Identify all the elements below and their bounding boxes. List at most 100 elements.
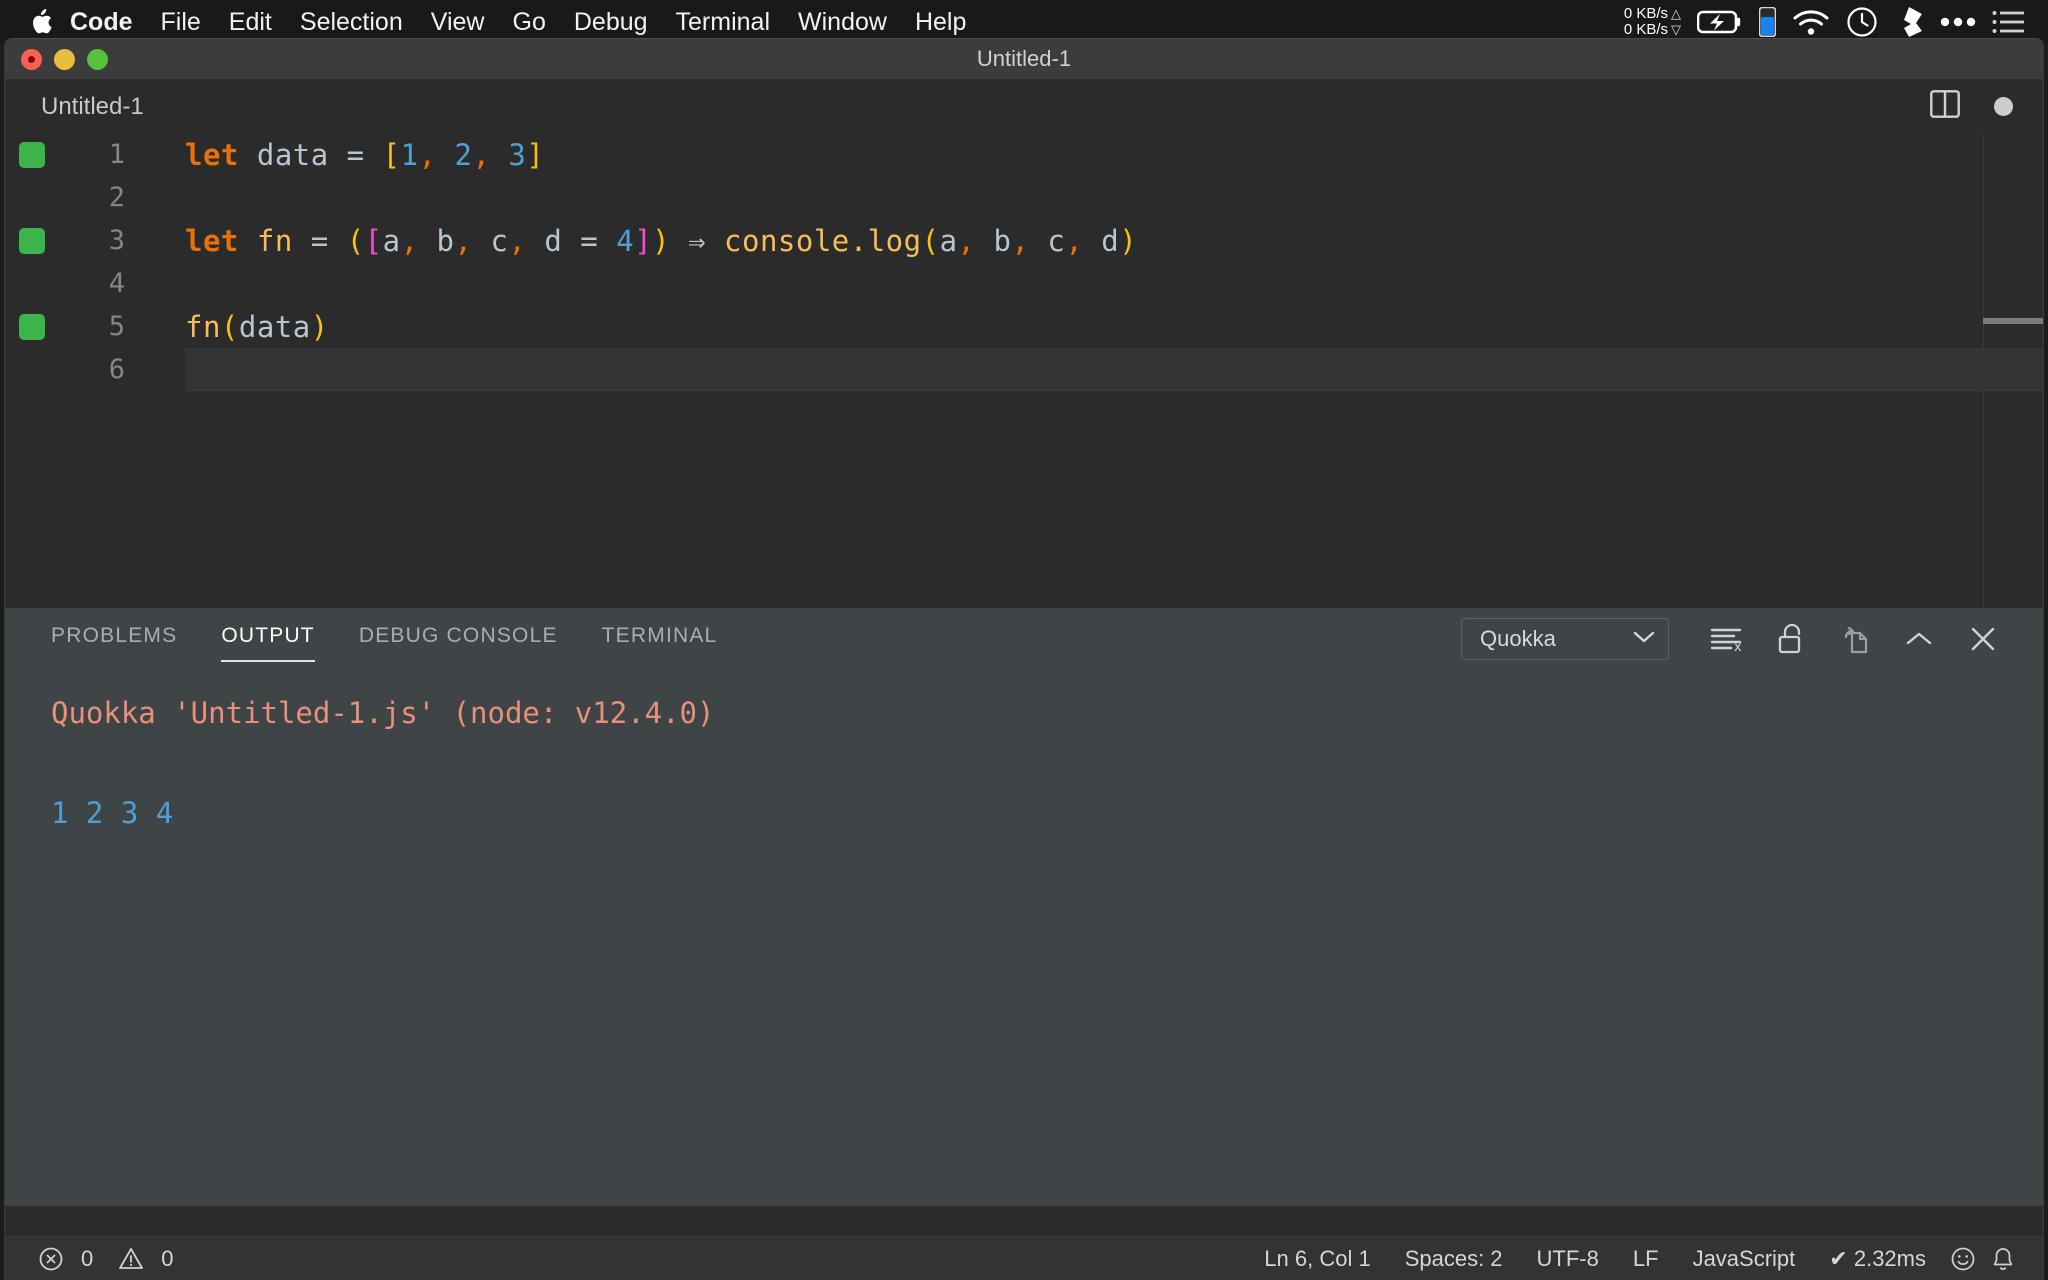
status-indentation[interactable]: Spaces: 2	[1388, 1246, 1520, 1272]
clock-icon[interactable]	[1846, 6, 1878, 38]
active-line-highlight	[185, 348, 2043, 391]
network-speed-indicator[interactable]: 0 KB/s 0 KB/s △ ▽	[1624, 6, 1681, 38]
code-token: fn	[185, 309, 221, 344]
code-token: )	[1119, 223, 1138, 258]
bottom-panel: PROBLEMS OUTPUT DEBUG CONSOLE TERMINAL Q…	[5, 608, 2043, 1206]
menu-item-code[interactable]: Code	[56, 9, 147, 35]
feedback-smiley-icon[interactable]	[1943, 1237, 1983, 1280]
line-code-content: fn(data)	[185, 310, 329, 344]
coverage-indicator-covered[interactable]	[19, 313, 45, 340]
list-icon[interactable]	[1992, 9, 2024, 35]
output-content[interactable]: Quokka 'Untitled-1.js' (node: v12.4.0) 1…	[5, 670, 2043, 838]
code-token: =	[580, 223, 599, 258]
status-encoding[interactable]: UTF-8	[1520, 1246, 1616, 1272]
menu-item-file[interactable]: File	[147, 9, 215, 35]
coverage-indicator-empty[interactable]	[19, 185, 45, 211]
panel-tab-problems[interactable]: PROBLEMS	[51, 624, 177, 654]
code-token: (	[346, 223, 365, 258]
coverage-indicator-covered[interactable]	[19, 141, 45, 168]
coverage-indicator-empty[interactable]	[19, 271, 45, 297]
code-token: console.log	[724, 223, 922, 258]
status-bar-right: Ln 6, Col 1 Spaces: 2 UTF-8 LF JavaScrip…	[1247, 1237, 2043, 1280]
code-token: =	[346, 137, 365, 172]
status-cursor-position[interactable]: Ln 6, Col 1	[1247, 1246, 1387, 1272]
code-line-list: 1 let data = [1, 2, 3] 2 3 let fn = ([a, b, …	[5, 133, 2043, 391]
panel-header: PROBLEMS OUTPUT DEBUG CONSOLE TERMINAL Q…	[5, 608, 2043, 670]
status-eol[interactable]: LF	[1616, 1246, 1676, 1272]
menu-item-help[interactable]: Help	[901, 9, 980, 35]
clear-output-icon[interactable]: x	[1695, 615, 1759, 663]
ellipsis-icon[interactable]	[1940, 16, 1976, 28]
code-token: )	[310, 309, 329, 344]
error-circle-icon[interactable]	[31, 1237, 71, 1280]
menu-item-edit[interactable]: Edit	[215, 9, 286, 35]
editor-tab-untitled-1[interactable]: Untitled-1	[5, 80, 168, 133]
line-number: 4	[108, 268, 125, 299]
blue-indicator-icon[interactable]	[1759, 7, 1776, 37]
panel-tab-output[interactable]: OUTPUT	[221, 624, 315, 662]
line-number: 3	[108, 225, 125, 256]
coverage-indicator-empty[interactable]	[19, 357, 45, 383]
open-in-editor-icon[interactable]	[1823, 615, 1887, 663]
code-token: (	[921, 223, 940, 258]
svg-text:x: x	[1734, 640, 1742, 653]
line-code-content: let data = [1, 2, 3]	[185, 138, 544, 172]
menu-item-terminal[interactable]: Terminal	[662, 9, 784, 35]
unlock-icon[interactable]	[1759, 615, 1823, 663]
wifi-icon[interactable]	[1792, 9, 1830, 36]
status-language-mode[interactable]: JavaScript	[1676, 1246, 1813, 1272]
code-token: c	[490, 223, 509, 258]
code-line[interactable]: 2	[5, 176, 2043, 219]
panel-tab-terminal[interactable]: TERMINAL	[602, 624, 718, 654]
code-token: ⇒	[688, 223, 707, 258]
window-zoom-button[interactable]	[87, 49, 108, 70]
menu-item-go[interactable]: Go	[499, 9, 560, 35]
quokka-time-value: 2.32ms	[1853, 1245, 1926, 1271]
status-quokka-timing[interactable]: ✔ 2.32ms	[1812, 1246, 1943, 1272]
editor-tab-label: Untitled-1	[41, 92, 144, 120]
line-number: 1	[108, 139, 125, 170]
menu-item-selection[interactable]: Selection	[286, 9, 417, 35]
panel-controls: Quokka x	[1461, 615, 2043, 663]
code-token: ,	[472, 137, 491, 172]
output-blank-line	[51, 738, 2043, 788]
code-token: c	[1047, 223, 1066, 258]
code-token: data	[238, 309, 311, 344]
close-panel-icon[interactable]	[1951, 615, 2015, 663]
menu-item-window[interactable]: Window	[784, 9, 901, 35]
output-value-line: 1 2 3 4	[51, 796, 174, 830]
notifications-bell-icon[interactable]	[1983, 1237, 2023, 1280]
code-line[interactable]: 4	[5, 262, 2043, 305]
apple-logo-icon[interactable]	[26, 5, 56, 39]
dropbox-icon[interactable]	[1894, 6, 1924, 38]
maximize-panel-icon[interactable]	[1887, 615, 1951, 663]
unsaved-dot-indicator[interactable]	[1994, 97, 2013, 116]
code-line[interactable]: 5 fn(data)	[5, 305, 2043, 348]
output-channel-select[interactable]: Quokka	[1461, 618, 1669, 660]
code-line[interactable]: 6	[5, 348, 2043, 391]
warning-triangle-icon[interactable]	[111, 1237, 151, 1280]
panel-tab-debug-console[interactable]: DEBUG CONSOLE	[359, 624, 558, 654]
line-number: 5	[108, 311, 125, 342]
coverage-indicator-covered[interactable]	[19, 227, 45, 254]
code-line[interactable]: 3 let fn = ([a, b, c, d = 4]) ⇒ console.l…	[5, 219, 2043, 262]
code-token: data	[256, 137, 329, 172]
battery-charging-icon[interactable]	[1697, 10, 1743, 34]
code-editor[interactable]: 1 let data = [1, 2, 3] 2 3 let fn = ([a, b, …	[5, 133, 2043, 608]
code-line[interactable]: 1 let data = [1, 2, 3]	[5, 133, 2043, 176]
code-token: [	[382, 137, 401, 172]
code-token: ]	[526, 137, 545, 172]
window-close-button[interactable]	[21, 49, 42, 70]
window-minimize-button[interactable]	[54, 49, 75, 70]
menu-item-view[interactable]: View	[417, 9, 499, 35]
menu-item-debug[interactable]: Debug	[560, 9, 662, 35]
split-editor-icon[interactable]	[1930, 90, 1960, 123]
output-channel-value: Quokka	[1480, 626, 1556, 651]
